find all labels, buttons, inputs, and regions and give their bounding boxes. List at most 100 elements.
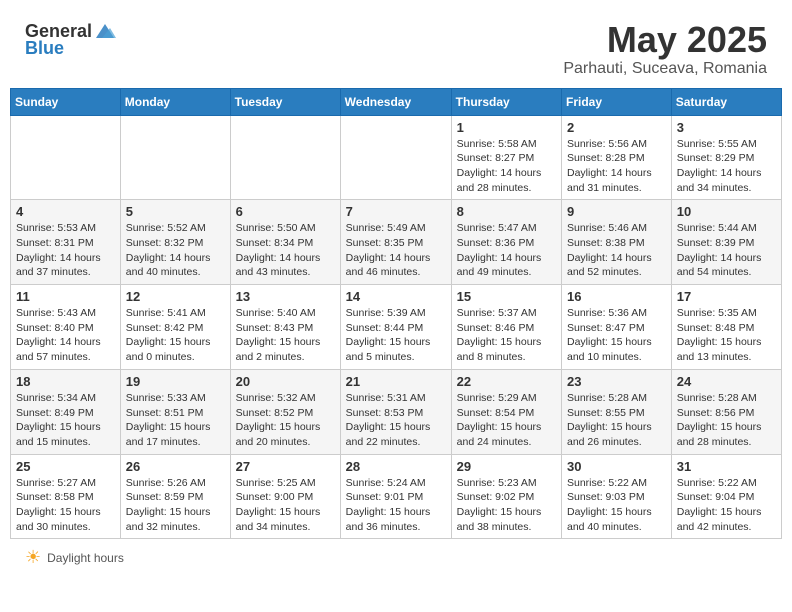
day-number: 22 (457, 374, 556, 389)
day-number: 11 (16, 289, 115, 304)
header-wednesday: Wednesday (340, 88, 451, 115)
month-title: May 2025 (563, 20, 767, 60)
week-row-1: 4 Sunrise: 5:53 AM Sunset: 8:31 PM Daylig… (11, 200, 782, 285)
header-thursday: Thursday (451, 88, 561, 115)
day-info: Sunrise: 5:25 AM Sunset: 9:00 PM Dayligh… (236, 476, 335, 535)
calendar-cell (230, 115, 340, 200)
header-sunday: Sunday (11, 88, 121, 115)
day-info: Sunrise: 5:29 AM Sunset: 8:54 PM Dayligh… (457, 391, 556, 450)
day-info: Sunrise: 5:49 AM Sunset: 8:35 PM Dayligh… (346, 221, 446, 280)
day-number: 2 (567, 120, 666, 135)
week-row-3: 18 Sunrise: 5:34 AM Sunset: 8:49 PM Dayli… (11, 369, 782, 454)
calendar-cell: 16 Sunrise: 5:36 AM Sunset: 8:47 PM Dayli… (562, 285, 672, 370)
day-info: Sunrise: 5:40 AM Sunset: 8:43 PM Dayligh… (236, 306, 335, 365)
day-number: 26 (126, 459, 225, 474)
day-info: Sunrise: 5:56 AM Sunset: 8:28 PM Dayligh… (567, 137, 666, 196)
day-number: 27 (236, 459, 335, 474)
calendar-cell: 14 Sunrise: 5:39 AM Sunset: 8:44 PM Dayli… (340, 285, 451, 370)
day-number: 12 (126, 289, 225, 304)
day-number: 1 (457, 120, 556, 135)
day-number: 23 (567, 374, 666, 389)
day-info: Sunrise: 5:37 AM Sunset: 8:46 PM Dayligh… (457, 306, 556, 365)
calendar-cell: 21Sunrise: 5:31 AM Sunset: 8:53 PM Dayli… (340, 369, 451, 454)
day-number: 18 (16, 374, 115, 389)
day-info: Sunrise: 5:32 AM Sunset: 8:52 PM Dayligh… (236, 391, 335, 450)
calendar-cell: 13 Sunrise: 5:40 AM Sunset: 8:43 PM Dayli… (230, 285, 340, 370)
day-info: Sunrise: 5:31 AM Sunset: 8:53 PM Dayligh… (346, 391, 446, 450)
day-info: Sunrise: 5:39 AM Sunset: 8:44 PM Dayligh… (346, 306, 446, 365)
day-info: Sunrise: 5:43 AM Sunset: 8:40 PM Dayligh… (16, 306, 115, 365)
calendar-cell: 30 Sunrise: 5:22 AM Sunset: 9:03 PM Dayli… (562, 454, 672, 539)
calendar-cell: 27 Sunrise: 5:25 AM Sunset: 9:00 PM Dayli… (230, 454, 340, 539)
calendar-cell: 22 Sunrise: 5:29 AM Sunset: 8:54 PM Dayli… (451, 369, 561, 454)
header-saturday: Saturday (671, 88, 781, 115)
calendar-cell: 17Sunrise: 5:35 AM Sunset: 8:48 PM Dayli… (671, 285, 781, 370)
day-info: Sunrise: 5:46 AM Sunset: 8:38 PM Dayligh… (567, 221, 666, 280)
day-info: Sunrise: 5:22 AM Sunset: 9:03 PM Dayligh… (567, 476, 666, 535)
day-info: Sunrise: 5:28 AM Sunset: 8:56 PM Dayligh… (677, 391, 776, 450)
calendar-cell: 2 Sunrise: 5:56 AM Sunset: 8:28 PM Daylig… (562, 115, 672, 200)
day-number: 6 (236, 204, 335, 219)
calendar-cell: 8 Sunrise: 5:47 AM Sunset: 8:36 PM Daylig… (451, 200, 561, 285)
day-number: 10 (677, 204, 776, 219)
day-number: 24 (677, 374, 776, 389)
calendar-table: SundayMondayTuesdayWednesdayThursdayFrid… (10, 88, 782, 540)
day-info: Sunrise: 5:53 AM Sunset: 8:31 PM Dayligh… (16, 221, 115, 280)
day-number: 4 (16, 204, 115, 219)
day-number: 19 (126, 374, 225, 389)
day-number: 31 (677, 459, 776, 474)
title-area: May 2025 Parhauti, Suceava, Romania (563, 20, 767, 78)
calendar-cell: 15 Sunrise: 5:37 AM Sunset: 8:46 PM Dayli… (451, 285, 561, 370)
calendar-cell: 19Sunrise: 5:33 AM Sunset: 8:51 PM Dayli… (120, 369, 230, 454)
day-info: Sunrise: 5:55 AM Sunset: 8:29 PM Dayligh… (677, 137, 776, 196)
day-number: 14 (346, 289, 446, 304)
day-number: 13 (236, 289, 335, 304)
calendar-cell: 31 Sunrise: 5:22 AM Sunset: 9:04 PM Dayli… (671, 454, 781, 539)
logo-icon (94, 20, 116, 42)
logo-blue-text: Blue (25, 38, 64, 59)
day-info: Sunrise: 5:52 AM Sunset: 8:32 PM Dayligh… (126, 221, 225, 280)
day-number: 16 (567, 289, 666, 304)
logo: General Blue (25, 20, 116, 59)
calendar-cell: 9 Sunrise: 5:46 AM Sunset: 8:38 PM Daylig… (562, 200, 672, 285)
header-tuesday: Tuesday (230, 88, 340, 115)
calendar-cell: 28 Sunrise: 5:24 AM Sunset: 9:01 PM Dayli… (340, 454, 451, 539)
day-number: 8 (457, 204, 556, 219)
day-info: Sunrise: 5:50 AM Sunset: 8:34 PM Dayligh… (236, 221, 335, 280)
sun-icon: ☀ (25, 547, 41, 568)
day-info: Sunrise: 5:24 AM Sunset: 9:01 PM Dayligh… (346, 476, 446, 535)
header: General Blue May 2025 Parhauti, Suceava,… (10, 10, 782, 83)
day-info: Sunrise: 5:36 AM Sunset: 8:47 PM Dayligh… (567, 306, 666, 365)
week-row-0: 1 Sunrise: 5:58 AM Sunset: 8:27 PM Daylig… (11, 115, 782, 200)
calendar-cell: 10Sunrise: 5:44 AM Sunset: 8:39 PM Dayli… (671, 200, 781, 285)
calendar-cell (120, 115, 230, 200)
calendar-cell: 1 Sunrise: 5:58 AM Sunset: 8:27 PM Daylig… (451, 115, 561, 200)
day-info: Sunrise: 5:34 AM Sunset: 8:49 PM Dayligh… (16, 391, 115, 450)
daylight-label: Daylight hours (47, 551, 124, 565)
day-info: Sunrise: 5:47 AM Sunset: 8:36 PM Dayligh… (457, 221, 556, 280)
day-info: Sunrise: 5:23 AM Sunset: 9:02 PM Dayligh… (457, 476, 556, 535)
day-info: Sunrise: 5:41 AM Sunset: 8:42 PM Dayligh… (126, 306, 225, 365)
day-info: Sunrise: 5:22 AM Sunset: 9:04 PM Dayligh… (677, 476, 776, 535)
day-number: 15 (457, 289, 556, 304)
calendar-cell: 12 Sunrise: 5:41 AM Sunset: 8:42 PM Dayli… (120, 285, 230, 370)
day-number: 25 (16, 459, 115, 474)
day-number: 7 (346, 204, 446, 219)
footer: ☀ Daylight hours (10, 539, 782, 576)
calendar-cell: 18 Sunrise: 5:34 AM Sunset: 8:49 PM Dayli… (11, 369, 121, 454)
calendar-header-row: SundayMondayTuesdayWednesdayThursdayFrid… (11, 88, 782, 115)
day-info: Sunrise: 5:58 AM Sunset: 8:27 PM Dayligh… (457, 137, 556, 196)
calendar-cell (340, 115, 451, 200)
day-number: 30 (567, 459, 666, 474)
day-info: Sunrise: 5:27 AM Sunset: 8:58 PM Dayligh… (16, 476, 115, 535)
calendar-cell: 20 Sunrise: 5:32 AM Sunset: 8:52 PM Dayli… (230, 369, 340, 454)
calendar-cell: 11 Sunrise: 5:43 AM Sunset: 8:40 PM Dayli… (11, 285, 121, 370)
day-number: 28 (346, 459, 446, 474)
location-title: Parhauti, Suceava, Romania (563, 60, 767, 78)
calendar-cell: 5 Sunrise: 5:52 AM Sunset: 8:32 PM Daylig… (120, 200, 230, 285)
day-number: 20 (236, 374, 335, 389)
calendar-cell (11, 115, 121, 200)
calendar-cell: 3Sunrise: 5:55 AM Sunset: 8:29 PM Daylig… (671, 115, 781, 200)
day-number: 9 (567, 204, 666, 219)
day-number: 5 (126, 204, 225, 219)
